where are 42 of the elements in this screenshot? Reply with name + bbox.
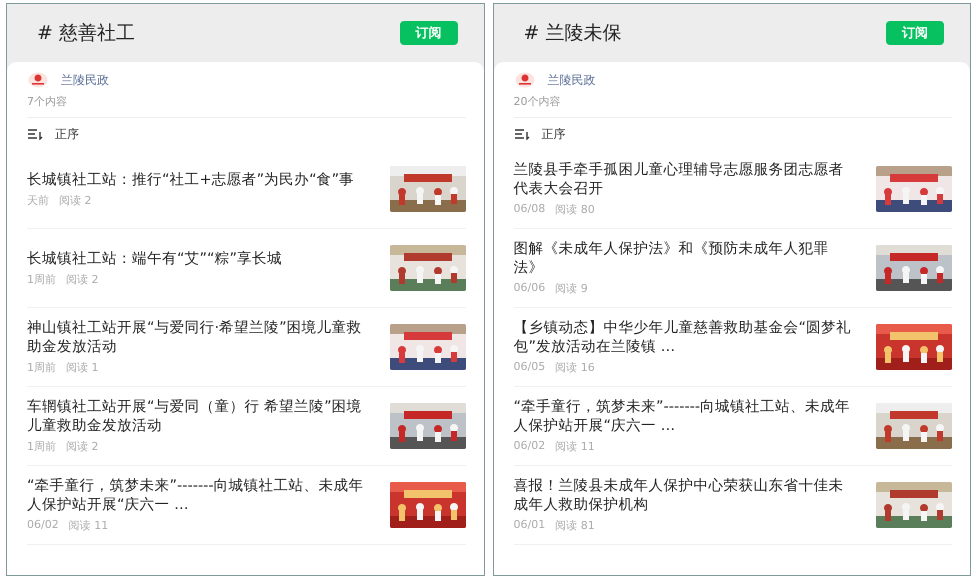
topic-title: # 兰陵未保 [524, 21, 622, 46]
read-count: 阅读 2 [59, 192, 92, 208]
article-title[interactable]: 长城镇社工站：推行“社工+志愿者”为民办“食”事 [27, 170, 368, 190]
read-count: 阅读 9 [555, 281, 588, 296]
read-count: 阅读 81 [555, 518, 595, 533]
article-time: 1周前 [27, 272, 56, 286]
read-count: 阅读 80 [555, 202, 595, 217]
read-count: 阅读 2 [66, 272, 98, 286]
article-title[interactable]: 神山镇社工站开展“与爱同行·希望兰陵”困境儿童救助金发放活动 [27, 319, 368, 357]
article-time: 06/02 [27, 518, 59, 533]
article-title[interactable]: 车辋镇社工站开展“与爱同（童）行 希望兰陵”困境儿童救助金发放活动 [27, 398, 368, 436]
article-time: 06/01 [514, 518, 546, 533]
sort-label[interactable]: 正序 [55, 126, 79, 142]
emblem-icon [27, 72, 49, 88]
sort-label[interactable]: 正序 [542, 126, 566, 142]
article-time: 06/08 [514, 202, 546, 217]
read-count: 阅读 16 [555, 360, 595, 375]
article-title[interactable]: 喜报！兰陵县未成年人保护中心荣获山东省十佳未成年人救助保护机构 [514, 477, 854, 515]
topic-title: # 慈善社工 [37, 21, 135, 46]
article-title[interactable]: “牵手童行，筑梦未来”-------向城镇社工站、未成年人保护站开展“庆六一 … [514, 398, 854, 436]
article-time: 06/02 [514, 439, 546, 454]
article-time: 06/05 [514, 360, 546, 375]
sort-icon[interactable] [27, 128, 43, 140]
content-count: 20个内容 [514, 94, 562, 109]
article-time: 天前 [27, 192, 49, 208]
source-name[interactable]: 兰陵民政 [61, 72, 109, 88]
article-title[interactable]: 兰陵县手牵手孤困儿童心理辅导志愿服务团志愿者代表大会召开 [514, 161, 854, 199]
article-title[interactable]: 长城镇社工站：端午有“艾”“粽”享长城 [27, 250, 368, 268]
article-time: 1周前 [27, 439, 56, 454]
content-count: 7个内容 [27, 94, 68, 109]
emblem-icon [514, 72, 536, 88]
read-count: 阅读 2 [66, 439, 98, 454]
source-name[interactable]: 兰陵民政 [548, 72, 596, 88]
article-title[interactable]: “牵手童行，筑梦未来”-------向城镇社工站、未成年人保护站开展“庆六一 … [27, 477, 368, 515]
article-title[interactable]: 图解《未成年人保护法》和《预防未成年人犯罪法》 [514, 240, 854, 278]
read-count: 阅读 11 [555, 439, 595, 454]
article-time: 1周前 [27, 360, 56, 375]
read-count: 阅读 11 [68, 518, 108, 533]
article-time: 06/06 [514, 281, 546, 296]
sort-icon[interactable] [514, 128, 530, 140]
read-count: 阅读 1 [66, 360, 98, 375]
article-title[interactable]: 【乡镇动态】中华少年儿童慈善救助基金会“圆梦礼包”发放活动在兰陵镇 … [514, 319, 854, 357]
